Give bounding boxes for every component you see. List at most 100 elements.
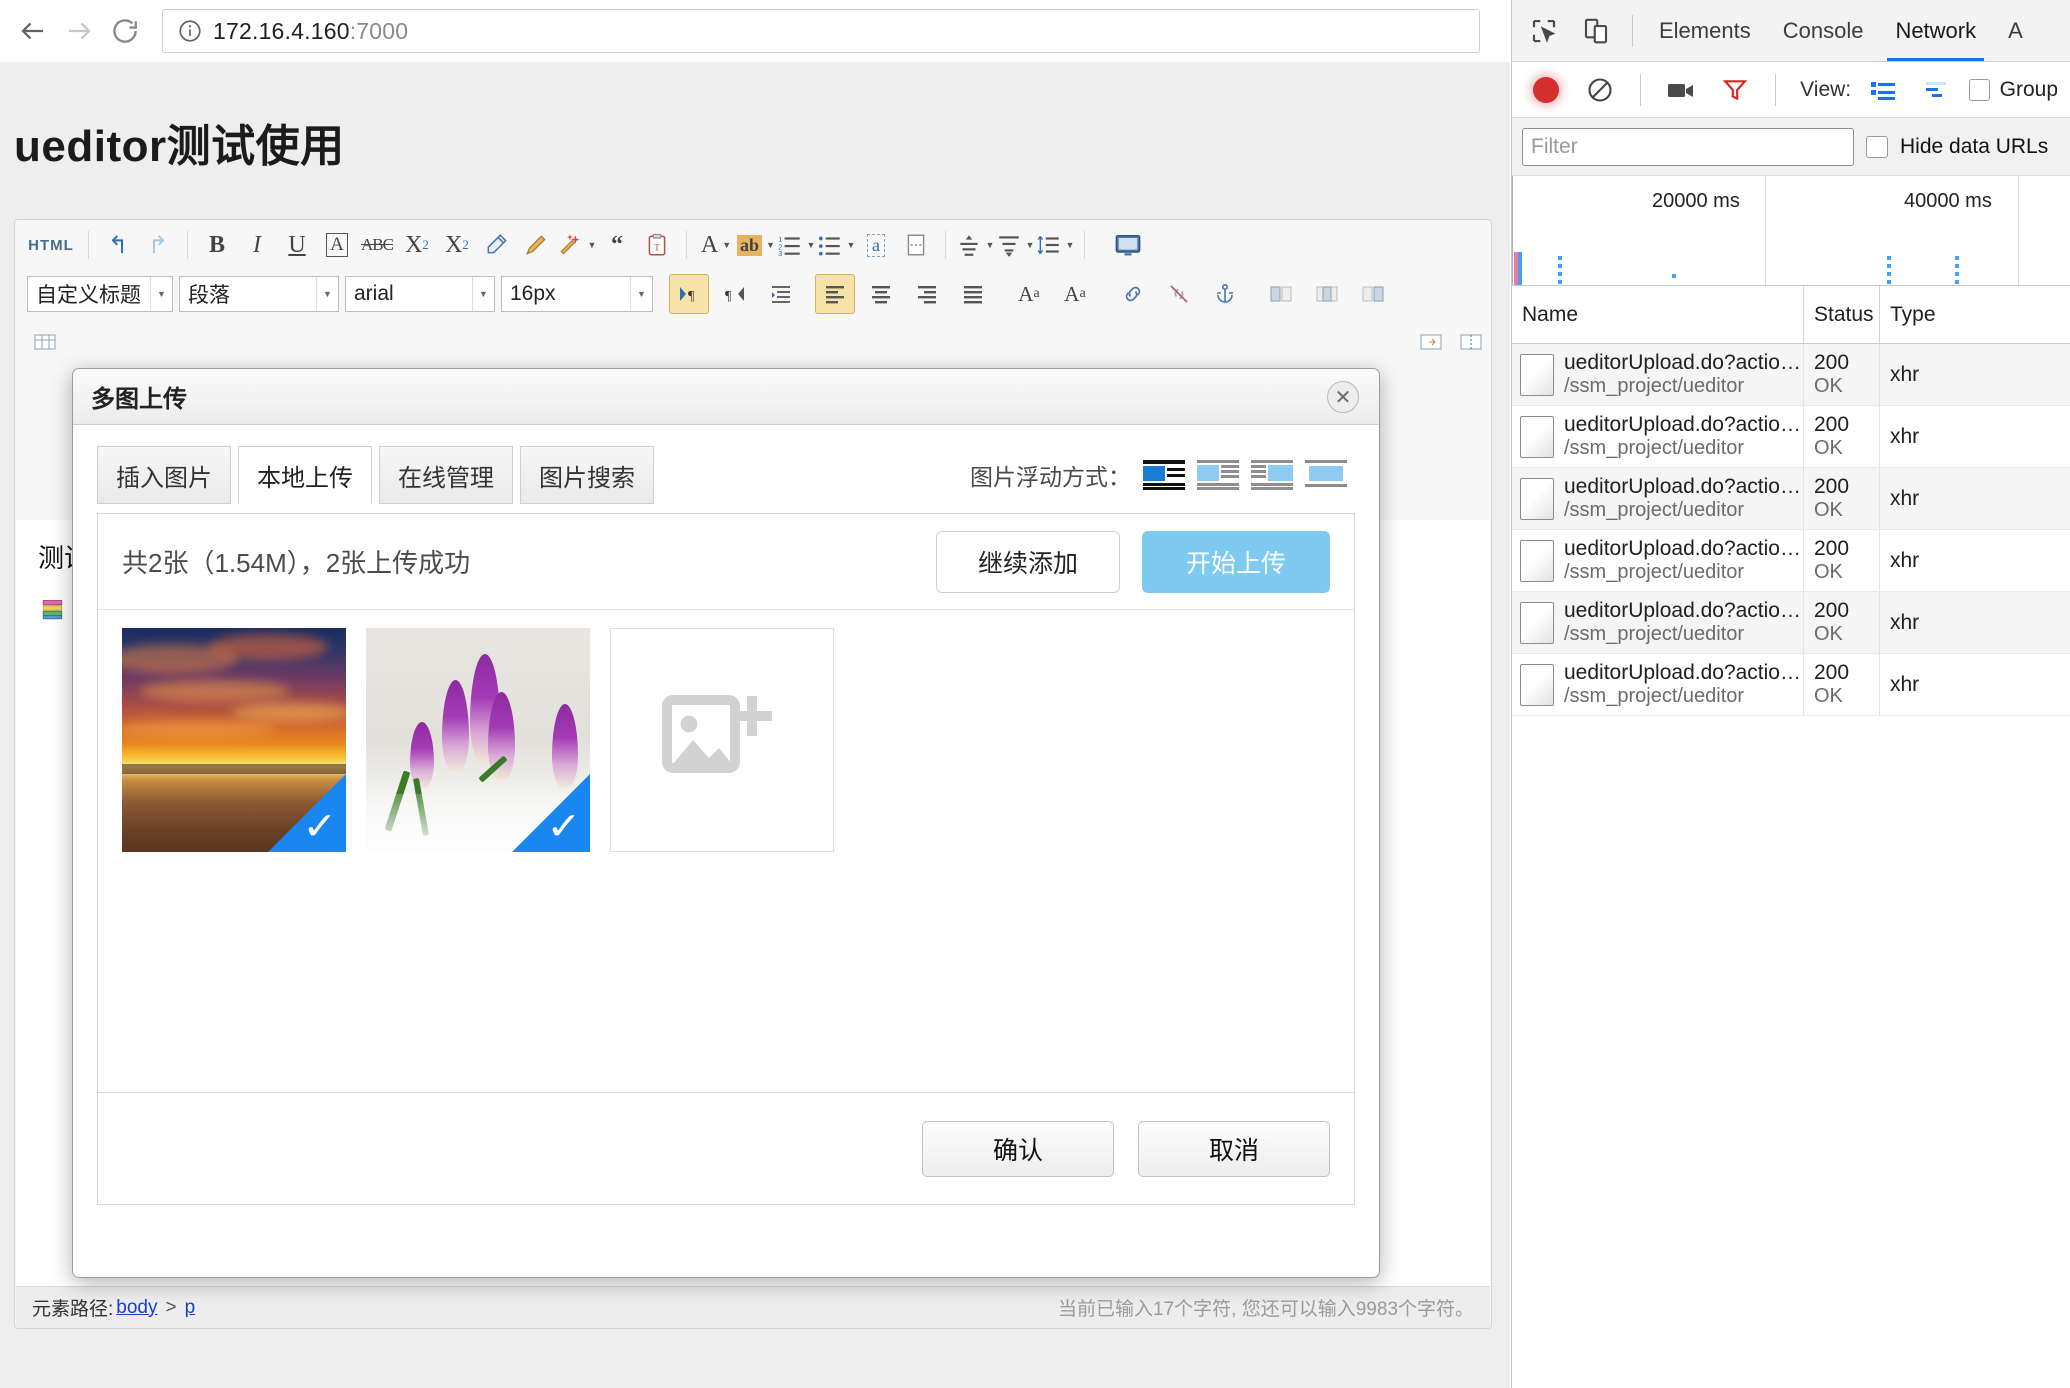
table-row[interactable]: ueditorUpload.do?actio… /ssm_project/ued… bbox=[1512, 344, 2070, 406]
inspect-element-button[interactable] bbox=[1520, 7, 1568, 55]
clear-button[interactable] bbox=[1578, 66, 1622, 114]
table-row[interactable]: ueditorUpload.do?actio… /ssm_project/ued… bbox=[1512, 592, 2070, 654]
cancel-button[interactable]: 取消 bbox=[1138, 1120, 1330, 1177]
element-path-body[interactable]: body bbox=[116, 1297, 157, 1319]
tab-insert-image[interactable]: 插入图片 bbox=[97, 446, 231, 504]
link-button[interactable] bbox=[1113, 274, 1153, 314]
hide-data-urls-checkbox[interactable] bbox=[1866, 135, 1888, 158]
dialog-tab-row: 插入图片 本地上传 在线管理 图片搜索 图片浮动方式： bbox=[73, 425, 1379, 507]
confirm-button[interactable]: 确认 bbox=[922, 1120, 1114, 1177]
float-center-right-icon[interactable] bbox=[1251, 460, 1293, 490]
float-left-icon[interactable] bbox=[1143, 460, 1185, 490]
split-cells-button[interactable] bbox=[1451, 322, 1491, 362]
request-type: xhr bbox=[1890, 672, 1920, 696]
tab-image-search[interactable]: 图片搜索 bbox=[520, 446, 654, 504]
table-row[interactable]: ueditorUpload.do?actio… /ssm_project/ued… bbox=[1512, 530, 2070, 592]
filter-toggle-button[interactable] bbox=[1713, 66, 1757, 114]
remove-format-button[interactable] bbox=[477, 225, 517, 265]
device-toggle-icon bbox=[1584, 18, 1608, 43]
underline-button[interactable]: U bbox=[277, 225, 317, 265]
record-button[interactable] bbox=[1524, 66, 1568, 114]
address-bar[interactable]: 172.16.4.160:7000 bbox=[162, 9, 1480, 53]
direction-ltr-button[interactable]: ¶ bbox=[669, 274, 709, 314]
table-icon bbox=[1316, 286, 1338, 302]
anchor-insert-button[interactable] bbox=[1205, 274, 1245, 314]
unlink-button[interactable] bbox=[1159, 274, 1199, 314]
italic-button[interactable]: I bbox=[237, 225, 277, 265]
group-by-frame-checkbox[interactable] bbox=[1969, 78, 1990, 101]
float-center-left-icon[interactable] bbox=[1197, 460, 1239, 490]
bold-button[interactable]: B bbox=[197, 225, 237, 265]
tab-online-manage[interactable]: 在线管理 bbox=[379, 446, 513, 504]
table-row[interactable]: ueditorUpload.do?actio… /ssm_project/ued… bbox=[1512, 654, 2070, 716]
close-icon[interactable]: ✕ bbox=[1327, 381, 1359, 413]
vertical-align-button[interactable]: ▼ bbox=[995, 225, 1035, 265]
auto-typeset-button[interactable]: ▼ bbox=[557, 225, 597, 265]
table-insert-mid-button[interactable] bbox=[1307, 274, 1347, 314]
thumbnail-crocus[interactable]: ✓ bbox=[366, 628, 590, 852]
font-size-select[interactable]: 16px ▼ bbox=[501, 276, 653, 312]
tab-elements[interactable]: Elements bbox=[1645, 1, 1765, 61]
column-header-status[interactable]: Status bbox=[1804, 286, 1880, 343]
ordered-list-button[interactable]: 123 ▼ bbox=[776, 225, 816, 265]
view-list-button[interactable] bbox=[1861, 66, 1905, 114]
indent-button[interactable] bbox=[761, 274, 801, 314]
image-float-mode-label: 图片浮动方式： bbox=[970, 464, 1131, 490]
html-source-button[interactable]: HTML bbox=[23, 225, 79, 265]
font-family-select[interactable]: arial ▼ bbox=[345, 276, 495, 312]
redo-button[interactable]: ↱ bbox=[138, 225, 178, 265]
paragraph-style-select[interactable]: 自定义标题 ▼ bbox=[27, 276, 173, 312]
tab-console[interactable]: Console bbox=[1769, 1, 1878, 61]
filter-input[interactable]: Filter bbox=[1522, 127, 1854, 166]
anchor-button[interactable]: a bbox=[856, 225, 896, 265]
align-button[interactable]: ▼ bbox=[955, 225, 995, 265]
page-break-button[interactable] bbox=[896, 225, 936, 265]
element-path-p[interactable]: p bbox=[185, 1297, 196, 1319]
table-row[interactable]: ueditorUpload.do?actio… /ssm_project/ued… bbox=[1512, 468, 2070, 530]
forward-button[interactable] bbox=[56, 8, 102, 54]
paste-plain-button[interactable]: T bbox=[637, 225, 677, 265]
line-height-button[interactable]: ▼ bbox=[1035, 225, 1075, 265]
fullscreen-button[interactable] bbox=[1108, 225, 1148, 265]
tab-local-upload[interactable]: 本地上传 bbox=[238, 446, 372, 504]
background-color-button[interactable]: ab ▼ bbox=[736, 225, 776, 265]
blockquote-button[interactable]: “ bbox=[597, 225, 637, 265]
format-painter-button[interactable] bbox=[517, 225, 557, 265]
merge-cells-button[interactable] bbox=[1411, 322, 1451, 362]
table-row[interactable]: ueditorUpload.do?actio… /ssm_project/ued… bbox=[1512, 406, 2070, 468]
subscript-button[interactable]: X2 bbox=[437, 225, 477, 265]
unordered-list-button[interactable]: ▼ bbox=[816, 225, 856, 265]
continue-add-button[interactable]: 继续添加 bbox=[936, 530, 1120, 593]
lowercase-button[interactable]: Aa bbox=[1055, 274, 1095, 314]
column-header-type[interactable]: Type bbox=[1880, 286, 1980, 343]
table-props-button[interactable] bbox=[25, 322, 65, 362]
request-status-text: OK bbox=[1814, 623, 1843, 645]
column-header-name[interactable]: Name bbox=[1512, 286, 1804, 343]
thumbnail-sunset[interactable]: ✓ bbox=[122, 628, 346, 852]
strikethrough-button[interactable]: ABC bbox=[357, 225, 397, 265]
table-insert-right-button[interactable] bbox=[1353, 274, 1393, 314]
undo-button[interactable]: ↰ bbox=[98, 225, 138, 265]
tab-network[interactable]: Network bbox=[1881, 1, 1990, 61]
float-none-icon[interactable] bbox=[1305, 460, 1347, 490]
network-timeline[interactable]: 20000 ms 40000 ms bbox=[1512, 176, 2070, 286]
align-justify-button[interactable] bbox=[953, 274, 993, 314]
reload-button[interactable] bbox=[102, 8, 148, 54]
add-image-placeholder[interactable] bbox=[610, 628, 834, 852]
paragraph-format-select[interactable]: 段落 ▼ bbox=[179, 276, 339, 312]
direction-rtl-button[interactable]: ¶ bbox=[715, 274, 755, 314]
font-color-button[interactable]: A ▼ bbox=[696, 225, 736, 265]
uppercase-button[interactable]: Aa bbox=[1009, 274, 1049, 314]
back-button[interactable] bbox=[10, 8, 56, 54]
table-insert-left-button[interactable] bbox=[1261, 274, 1301, 314]
align-center-button[interactable] bbox=[861, 274, 901, 314]
device-toolbar-button[interactable] bbox=[1572, 7, 1620, 55]
text-border-button[interactable]: A bbox=[317, 225, 357, 265]
tab-application-partial[interactable]: A bbox=[1994, 1, 2037, 61]
start-upload-button[interactable]: 开始上传 bbox=[1142, 530, 1330, 593]
view-waterfall-button[interactable] bbox=[1915, 66, 1959, 114]
superscript-button[interactable]: X2 bbox=[397, 225, 437, 265]
capture-screenshots-button[interactable] bbox=[1659, 66, 1703, 114]
align-left-button[interactable] bbox=[815, 274, 855, 314]
align-right-button[interactable] bbox=[907, 274, 947, 314]
